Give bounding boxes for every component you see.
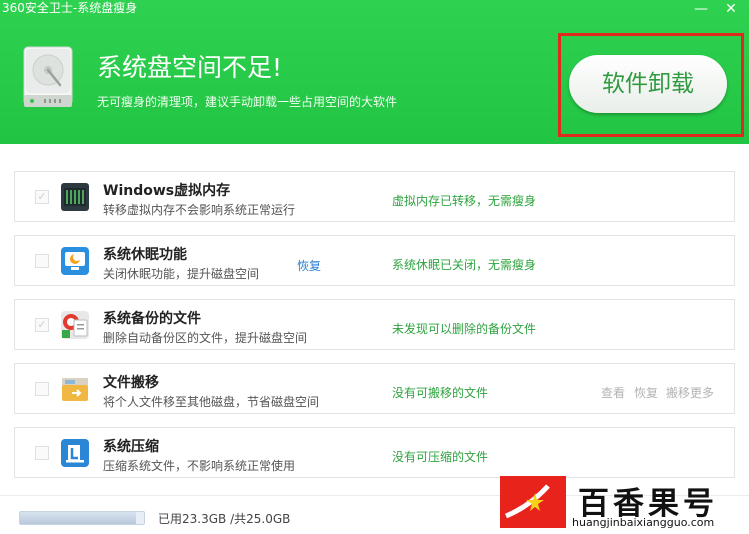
disk-usage-bar (19, 511, 145, 525)
item-description: 压缩系统文件，不影响系统正常使用 (103, 459, 296, 473)
item-checkbox[interactable] (35, 382, 49, 396)
item-title: 文件搬移 (103, 375, 159, 391)
backup-files-icon (61, 311, 89, 339)
item-status: 没有可搬移的文件 (392, 386, 489, 400)
compress-icon (61, 439, 89, 467)
item-checkbox[interactable]: ✓ (35, 318, 49, 332)
disk-usage-fill (20, 512, 136, 524)
item-checkbox[interactable] (35, 446, 49, 460)
item-title: 系统备份的文件 (103, 311, 201, 327)
item-status: 没有可压缩的文件 (392, 450, 489, 464)
hard-disk-icon (23, 46, 73, 107)
page-title: 系统盘空间不足! (97, 53, 283, 82)
minimize-button[interactable]: — (690, 0, 712, 18)
item-status: 未发现可以删除的备份文件 (392, 322, 537, 336)
item-description: 关闭休眠功能，提升磁盘空间 (103, 267, 260, 281)
folder-move-icon (62, 378, 88, 401)
watermark-logo (500, 476, 566, 528)
memory-chip-icon (61, 183, 89, 211)
item-description: 删除自动备份区的文件，提升磁盘空间 (103, 331, 308, 345)
item-file-move: 文件搬移 将个人文件移至其他磁盘，节省磁盘空间 没有可搬移的文件 查看 恢复 搬… (14, 363, 735, 414)
move-more-link[interactable]: 搬移更多 (666, 384, 714, 401)
item-title: 系统休眠功能 (103, 247, 187, 263)
item-status: 虚拟内存已转移，无需瘦身 (392, 194, 537, 208)
item-description: 将个人文件移至其他磁盘，节省磁盘空间 (103, 395, 320, 409)
item-description: 转移虚拟内存不会影响系统正常运行 (103, 203, 296, 217)
item-system-compress: 系统压缩 压缩系统文件，不影响系统正常使用 没有可压缩的文件 (14, 427, 735, 478)
view-link[interactable]: 查看 (601, 384, 625, 401)
restore-link[interactable]: 恢复 (297, 257, 321, 274)
item-title: Windows虚拟内存 (103, 183, 231, 199)
disk-usage-text: 已用23.3GB /共25.0GB (158, 512, 291, 526)
item-virtual-memory: ✓ Windows虚拟内存 转移虚拟内存不会影响系统正常运行 虚拟内存已转移，无… (14, 171, 735, 222)
item-checkbox[interactable] (35, 254, 49, 268)
app-window: 360安全卫士-系统盘瘦身 — ✕ 系统盘空间不足! 无可瘦身的清理项，建议手动… (0, 0, 749, 534)
page-subtitle: 无可瘦身的清理项，建议手动卸载一些占用空间的大软件 (97, 95, 398, 109)
item-hibernation: 系统休眠功能 关闭休眠功能，提升磁盘空间 恢复 系统休眠已关闭，无需瘦身 (14, 235, 735, 286)
item-title: 系统压缩 (103, 439, 159, 455)
uninstall-software-button[interactable]: 软件卸载 (569, 55, 727, 113)
item-system-backup: ✓ 系统备份的文件 删除自动备份区的文件，提升磁盘空间 未发现可以删除的备份文件 (14, 299, 735, 350)
close-button[interactable]: ✕ (720, 0, 742, 18)
window-title: 360安全卫士-系统盘瘦身 (2, 1, 138, 15)
item-checkbox[interactable]: ✓ (35, 190, 49, 204)
sleep-monitor-icon (61, 247, 89, 275)
restore-link[interactable]: 恢复 (634, 384, 658, 401)
item-status: 系统休眠已关闭，无需瘦身 (392, 258, 537, 272)
watermark-url: huangjinbaixiangguo.com (572, 516, 715, 529)
